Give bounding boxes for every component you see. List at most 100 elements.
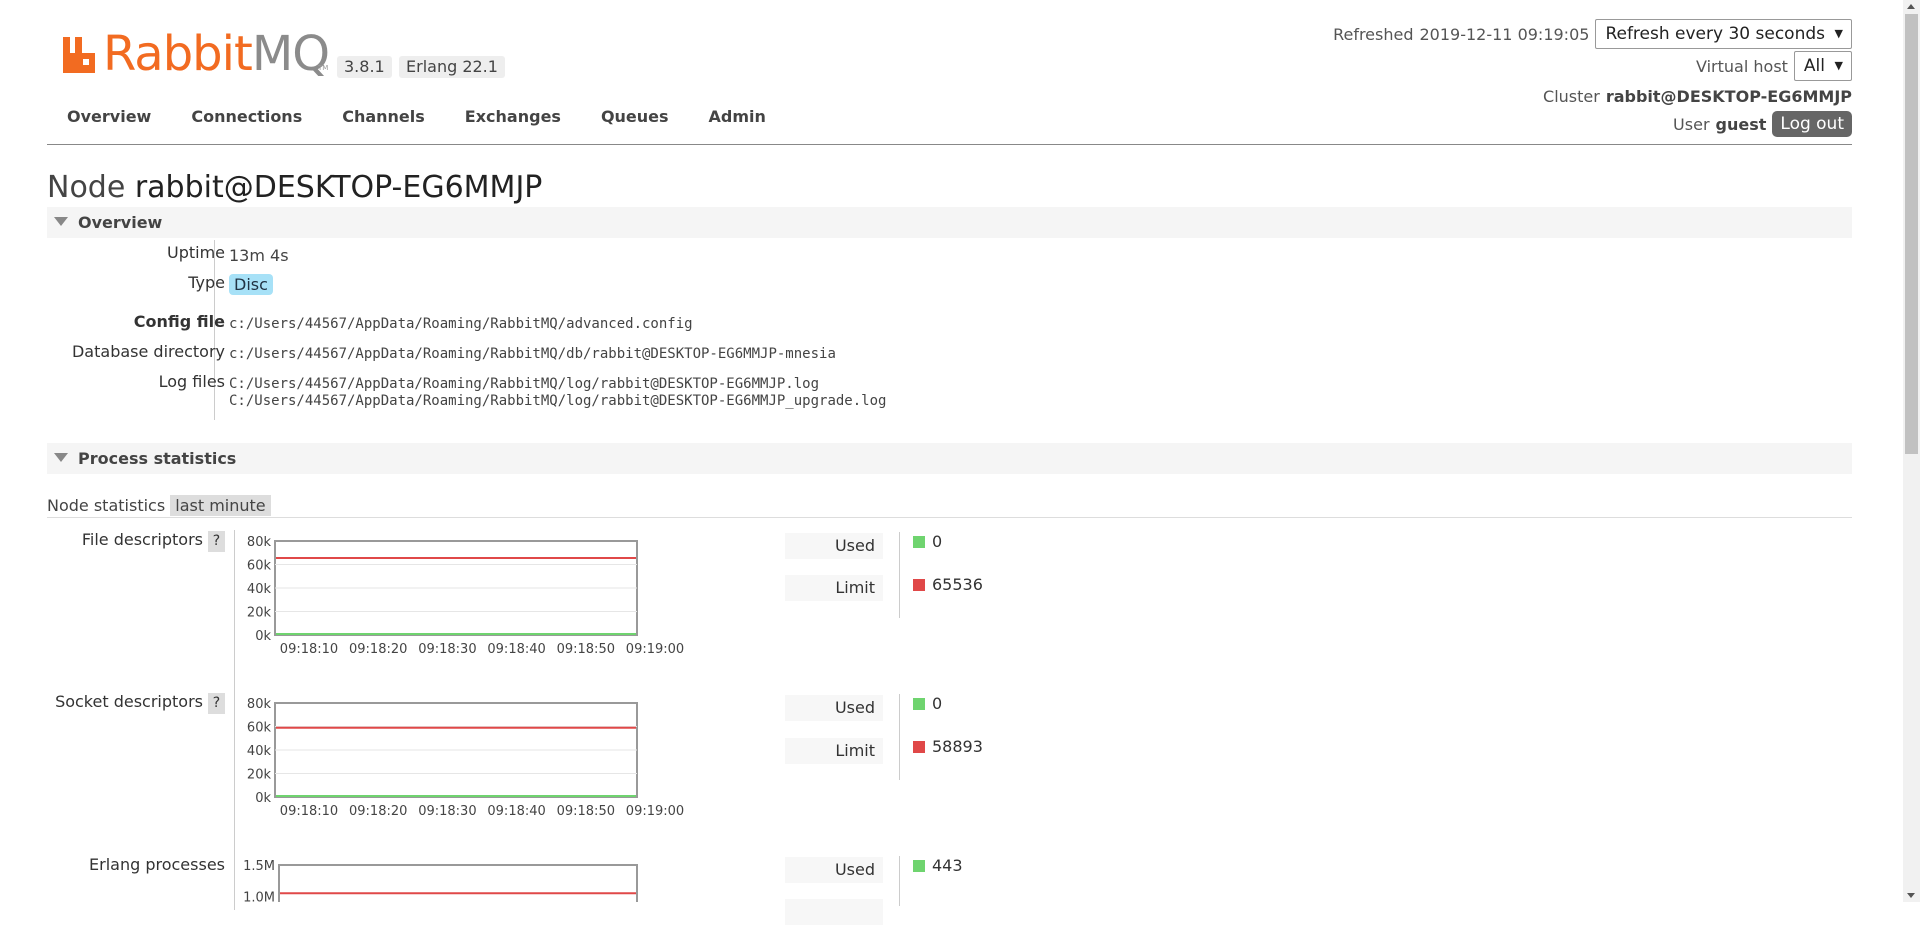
y-tick-label: 20k	[247, 606, 272, 621]
y-tick-label: 1.5M	[243, 859, 275, 874]
x-tick-label: 09:18:50	[557, 804, 615, 819]
legend-divider	[899, 856, 900, 906]
x-tick-label: 09:19:00	[626, 642, 684, 657]
x-tick-label: 09:18:30	[418, 642, 476, 657]
logo-wordmark: RabbitMQ	[103, 26, 330, 82]
uptime-label: Uptime	[166, 243, 225, 262]
file-descriptors-limit-value: 65536	[913, 575, 983, 595]
cluster-label: Cluster	[1543, 86, 1600, 106]
scrollbar-thumb[interactable]	[1905, 14, 1918, 454]
stats-divider	[234, 530, 235, 910]
legend-divider	[899, 694, 900, 780]
refreshed-label: Refreshed	[1333, 24, 1414, 44]
uptime-value: 13m 4s	[229, 246, 289, 265]
logo-tm: TM	[318, 64, 329, 72]
y-tick-label: 0k	[255, 791, 271, 806]
tab-overview[interactable]: Overview	[47, 104, 171, 130]
limit-swatch	[913, 741, 925, 753]
socket-descriptors-used-label: Used	[785, 695, 883, 721]
x-tick-label: 09:18:50	[557, 642, 615, 657]
x-tick-label: 09:18:10	[280, 642, 338, 657]
y-tick-label: 40k	[247, 744, 272, 759]
tab-connections[interactable]: Connections	[171, 104, 322, 130]
cluster-name: rabbit@DESKTOP-EG6MMJP	[1605, 86, 1852, 106]
y-tick-label: 40k	[247, 582, 272, 597]
page-title: Node rabbit@DESKTOP-EG6MMJP	[47, 170, 543, 205]
collapse-triangle-icon	[54, 217, 68, 226]
erlang-processes-chart: 1.5M 1.0M	[237, 854, 717, 925]
used-swatch	[913, 698, 925, 710]
socket-descriptors-label: Socket descriptors?	[55, 692, 225, 714]
log-file-1: C:/Users/44567/AppData/Roaming/RabbitMQ/…	[229, 376, 820, 392]
x-tick-label: 09:19:00	[626, 804, 684, 819]
help-icon[interactable]: ?	[208, 693, 225, 714]
tab-channels[interactable]: Channels	[322, 104, 445, 130]
x-tick-label: 09:18:40	[487, 642, 545, 657]
process-statistics-section-header[interactable]: Process statistics	[47, 443, 1852, 474]
erlang-processes-used-value: 443	[913, 856, 963, 876]
socket-descriptors-limit-value: 58893	[913, 737, 983, 757]
x-tick-label: 09:18:20	[349, 804, 407, 819]
used-swatch	[913, 860, 925, 872]
y-tick-label: 1.0M	[243, 890, 275, 902]
y-tick-label: 0k	[255, 629, 271, 644]
chart-frame	[278, 864, 638, 925]
refreshed-time: 2019-12-11 09:19:05	[1419, 24, 1590, 44]
scroll-up-arrow-icon[interactable]	[1907, 4, 1915, 9]
database-value: c:/Users/44567/AppData/Roaming/RabbitMQ/…	[229, 346, 836, 362]
user-label: User	[1673, 114, 1710, 134]
file-descriptors-limit-label: Limit	[785, 575, 883, 601]
overview-section-header[interactable]: Overview	[47, 207, 1852, 238]
nav-divider	[47, 144, 1852, 145]
x-tick-label: 09:18:10	[280, 804, 338, 819]
legend-divider	[899, 532, 900, 618]
y-tick-label: 60k	[247, 559, 272, 574]
tab-queues[interactable]: Queues	[581, 104, 689, 130]
log-file-2: C:/Users/44567/AppData/Roaming/RabbitMQ/…	[229, 393, 887, 409]
database-label: Database directory	[71, 342, 225, 361]
erlang-processes-label: Erlang processes	[89, 855, 225, 874]
collapse-triangle-icon	[54, 453, 68, 462]
x-tick-label: 09:18:30	[418, 804, 476, 819]
used-swatch	[913, 536, 925, 548]
file-descriptors-used-label: Used	[785, 533, 883, 559]
y-tick-label: 80k	[247, 697, 272, 712]
help-icon[interactable]: ?	[208, 531, 225, 552]
header-status: Refreshed 2019-12-11 09:19:05 Refresh ev…	[1333, 18, 1852, 138]
x-tick-label: 09:18:20	[349, 642, 407, 657]
erlang-processes-limit-label	[785, 899, 883, 925]
limit-swatch	[913, 579, 925, 591]
erlang-version-badge: Erlang 22.1	[399, 56, 505, 78]
y-tick-label: 60k	[247, 721, 272, 736]
vhost-select[interactable]: All	[1793, 51, 1852, 81]
vhost-label: Virtual host	[1696, 56, 1788, 76]
page-scrollbar[interactable]	[1903, 0, 1920, 902]
rabbit-logo-icon	[63, 37, 95, 73]
tab-admin[interactable]: Admin	[689, 104, 786, 130]
socket-descriptors-chart: 80k 60k 40k 20k 0k 09:18:10 09:18:20 09:18:30 09…	[237, 692, 717, 826]
config-value: c:/Users/44567/AppData/Roaming/RabbitMQ/…	[229, 316, 693, 332]
type-badge: Disc	[229, 274, 273, 295]
tab-exchanges[interactable]: Exchanges	[445, 104, 581, 130]
file-descriptors-used-value: 0	[913, 532, 942, 552]
socket-descriptors-limit-label: Limit	[785, 738, 883, 764]
type-label: Type	[188, 273, 225, 292]
node-statistics-row: Node statistics last minute	[47, 495, 271, 516]
scroll-down-arrow-icon[interactable]	[1907, 893, 1915, 898]
socket-descriptors-used-value: 0	[913, 694, 942, 714]
y-tick-label: 20k	[247, 768, 272, 783]
y-tick-label: 80k	[247, 535, 272, 550]
x-tick-label: 09:18:40	[487, 804, 545, 819]
node-statistics-range[interactable]: last minute	[170, 495, 271, 516]
main-nav: Overview Connections Channels Exchanges …	[47, 104, 786, 130]
rabbitmq-logo[interactable]: RabbitMQ TM	[61, 26, 361, 82]
version-badge: 3.8.1	[337, 56, 392, 78]
config-label: Config file	[133, 312, 225, 331]
node-statistics-label: Node statistics	[47, 496, 166, 515]
node-statistics-divider	[47, 517, 1852, 518]
log-files-label: Log files	[158, 372, 225, 391]
user-name: guest	[1715, 114, 1767, 134]
file-descriptors-chart: 80k 60k 40k 20k 0k 09:18:10 09:18:20 09:18:30 09…	[237, 530, 717, 664]
logout-button[interactable]: Log out	[1772, 111, 1852, 137]
refresh-interval-select[interactable]: Refresh every 30 seconds	[1595, 19, 1852, 49]
